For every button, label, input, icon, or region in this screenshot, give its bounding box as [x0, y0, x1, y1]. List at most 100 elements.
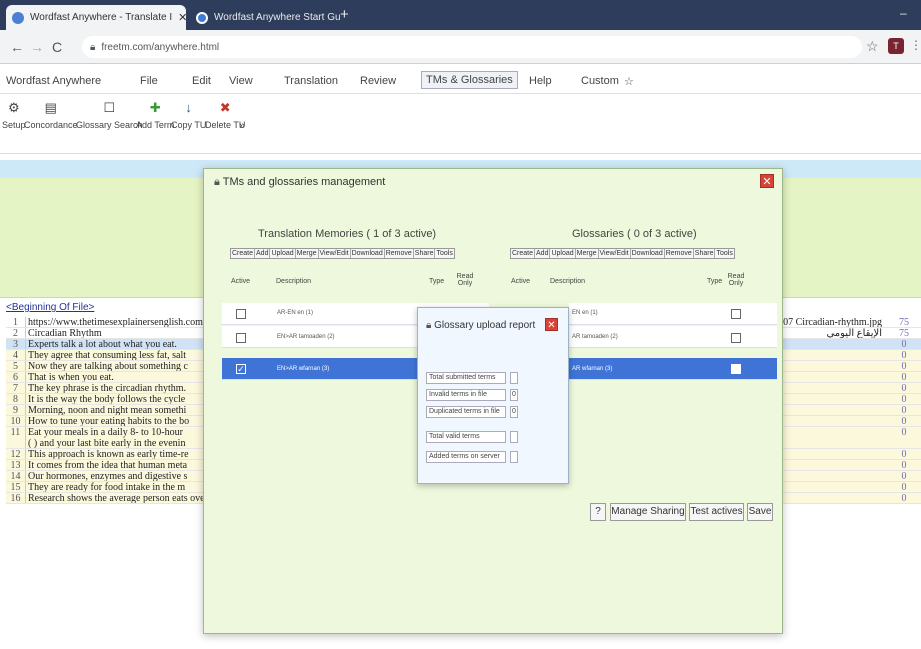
save-button[interactable]: Save — [747, 503, 773, 521]
beginning-of-file-link[interactable]: <Beginning Of File> — [6, 302, 94, 313]
segment-number: 2 — [6, 328, 26, 338]
segment-match-score: 0 — [901, 394, 907, 405]
glossary-tools-button[interactable]: Tools — [715, 249, 733, 258]
menu-file[interactable]: File — [140, 75, 158, 87]
tm-create-button[interactable]: Create — [231, 249, 256, 258]
segment-match-score: 0 — [901, 493, 907, 504]
toolbar-label: Setup — [2, 120, 26, 130]
glossary-read-only-checkbox[interactable] — [731, 309, 741, 319]
browser-menu-icon[interactable]: ⋮ — [910, 38, 921, 52]
help-button[interactable]: ? — [590, 503, 606, 521]
new-tab-button[interactable]: + — [340, 6, 349, 23]
tm-remove-button[interactable]: Remove — [385, 249, 414, 258]
segment-match-score: 0 — [901, 350, 907, 361]
glossary-download-button[interactable]: Download — [631, 249, 665, 258]
glossary-merge-button[interactable]: Merge — [576, 249, 599, 258]
glossary-read-only-checkbox[interactable] — [731, 364, 741, 374]
tm-download-button[interactable]: Download — [351, 249, 385, 258]
segment-number: 14 — [6, 471, 26, 481]
glossary-create-button[interactable]: Create — [511, 249, 536, 258]
wordfast-favicon-icon — [12, 11, 24, 24]
menu-review[interactable]: Review — [360, 75, 396, 87]
tm-description: EN>AR wfarnan (3) — [277, 366, 330, 372]
toolbar-label: Glossary Search — [76, 120, 143, 130]
glossary-col-description: Description — [550, 278, 586, 285]
concordance-icon: ▤ — [44, 100, 57, 115]
segment-number: 5 — [6, 361, 26, 371]
menu-help[interactable]: Help — [529, 75, 552, 87]
manage-sharing-button[interactable]: Manage Sharing — [610, 503, 686, 521]
tm-view-edit-button[interactable]: View/Edit — [319, 249, 351, 258]
dialog-title: 🔒︎ TMs and glossaries management — [214, 176, 385, 189]
dialog-title-text: TMs and glossaries management — [222, 176, 386, 188]
glossary-upload-button[interactable]: Upload — [550, 249, 576, 258]
bookmark-star-icon[interactable]: ☆ — [866, 38, 879, 55]
more-tools-button[interactable]: » — [239, 120, 245, 132]
tm-share-button[interactable]: Share — [414, 249, 436, 258]
menu-edit[interactable]: Edit — [192, 75, 211, 87]
lock-icon: 🔒︎ — [214, 176, 223, 188]
tm-active-checkbox-checked[interactable]: ✓ — [236, 364, 246, 374]
address-bar[interactable]: 🔒︎ freetm.com/anywhere.html — [82, 36, 862, 58]
close-tab-icon[interactable]: ✕ — [178, 11, 186, 24]
report-label: Total submitted terms — [426, 372, 506, 384]
segment-number: 7 — [6, 383, 26, 393]
toolbar-label: Copy TU — [171, 120, 207, 130]
tm-upload-button[interactable]: Upload — [270, 249, 296, 258]
menu-translation[interactable]: Translation — [284, 75, 338, 87]
wordfast-favicon-icon — [196, 11, 208, 24]
toolbar-label: Add Term — [136, 120, 175, 130]
glossary-read-only-checkbox[interactable] — [731, 333, 741, 343]
segment-match-score: 0 — [901, 416, 907, 427]
segment-number: 8 — [6, 394, 26, 404]
report-value — [510, 451, 518, 463]
menu-wordfast-anywhere[interactable]: Wordfast Anywhere — [6, 75, 101, 87]
segment-number: 4 — [6, 350, 26, 360]
tm-active-checkbox[interactable] — [236, 309, 246, 319]
glossary-action-buttons: Create Add Upload Merge View/Edit Download Rem… — [510, 248, 735, 259]
tm-active-checkbox[interactable] — [236, 333, 246, 343]
glossary-remove-button[interactable]: Remove — [665, 249, 694, 258]
browser-tab-translate[interactable]: Wordfast Anywhere - Translate I ✕ — [6, 5, 186, 30]
reload-button[interactable]: C — [52, 39, 62, 55]
report-label: Total valid terms — [426, 431, 506, 443]
menu-tms-glossaries[interactable]: TMs & Glossaries — [421, 71, 518, 89]
menu-custom[interactable]: Custom — [581, 75, 619, 87]
tm-add-button[interactable]: Add — [255, 249, 271, 258]
tm-tools-button[interactable]: Tools — [435, 249, 453, 258]
glossary-search-button[interactable]: ☐ Glossary Search — [76, 100, 143, 130]
segment-number: 12 — [6, 449, 26, 459]
menu-favorites-icon[interactable]: ☆ — [624, 75, 634, 88]
glossary-view-edit-button[interactable]: View/Edit — [599, 249, 631, 258]
concordance-button[interactable]: ▤ Concordance — [24, 100, 78, 130]
add-term-button[interactable]: ✚ Add Term — [136, 100, 174, 130]
setup-button[interactable]: ⚙ Setup — [2, 100, 26, 130]
glossary-row[interactable] — [569, 303, 777, 325]
glossary-col-read-only: Read Only — [727, 273, 745, 287]
gear-icon: ⚙ — [7, 100, 20, 115]
segment-match-score: 0 — [901, 361, 907, 372]
arrow-down-icon: ↓ — [185, 100, 192, 115]
tm-merge-button[interactable]: Merge — [296, 249, 319, 258]
browser-tab-start-guide[interactable]: Wordfast Anywhere Start Guide ✕ — [190, 5, 340, 30]
extension-icon[interactable]: T — [888, 38, 904, 54]
delete-icon: ✖ — [219, 100, 231, 115]
glossary-share-button[interactable]: Share — [694, 249, 716, 258]
minimize-window-button[interactable]: – — [900, 6, 907, 20]
test-actives-button[interactable]: Test actives — [689, 503, 744, 521]
segment-match-score: 0 — [901, 449, 907, 460]
close-dialog-button[interactable]: ✕ — [545, 318, 558, 331]
segment-number: 16 — [6, 493, 26, 503]
tm-col-description: Description — [276, 278, 312, 285]
close-dialog-button[interactable]: ✕ — [760, 174, 774, 188]
forward-button[interactable]: → — [30, 39, 44, 55]
menu-view[interactable]: View — [229, 75, 253, 87]
report-value — [510, 431, 518, 443]
glossary-add-button[interactable]: Add — [535, 249, 551, 258]
glossary-description: EN en (1) — [572, 310, 598, 316]
back-button[interactable]: ← — [10, 39, 24, 55]
tm-action-buttons: Create Add Upload Merge View/Edit Download Rem… — [230, 248, 455, 259]
tm-col-read-only: Read Only — [456, 273, 474, 287]
copy-tu-button[interactable]: ↓ Copy TU — [171, 100, 206, 130]
glossary-icon: ☐ — [103, 100, 116, 115]
